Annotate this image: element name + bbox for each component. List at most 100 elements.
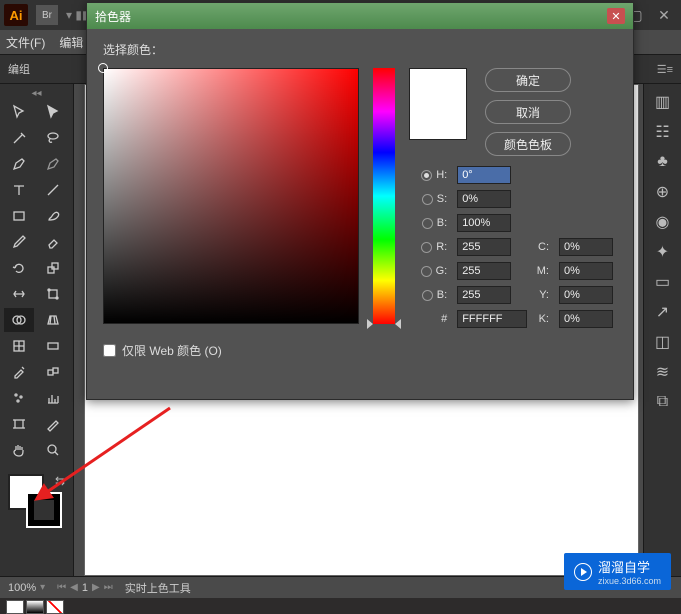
color-picker-dialog: 拾色器 ✕ 选择颜色： 确定 取消 颜色色板 (86, 2, 634, 400)
watermark-url: zixue.3d66.com (598, 576, 661, 586)
zoom-tool[interactable] (38, 438, 68, 462)
m-input[interactable] (559, 262, 613, 280)
menu-file[interactable]: 文件(F) (6, 34, 45, 51)
hue-pointer-right-icon[interactable] (395, 319, 401, 329)
panel-icon[interactable]: ◫ (653, 332, 673, 352)
first-artboard-icon[interactable]: ⏮ (57, 582, 66, 593)
gradient-mode-icon[interactable] (26, 600, 44, 614)
selection-tool[interactable] (4, 100, 34, 124)
gradient-tool[interactable] (38, 334, 68, 358)
none-mode-icon[interactable] (46, 600, 64, 614)
panel-icon[interactable]: ◉ (653, 212, 673, 232)
hand-tool[interactable] (4, 438, 34, 462)
app-logo: Ai (4, 4, 28, 26)
r-input[interactable] (457, 238, 511, 256)
prev-artboard-icon[interactable]: ◀ (70, 582, 78, 593)
blend-tool[interactable] (38, 360, 68, 384)
cancel-button[interactable]: 取消 (485, 100, 571, 124)
pen-tool[interactable] (4, 152, 34, 176)
brush-tool[interactable] (38, 204, 68, 228)
eraser-tool[interactable] (38, 230, 68, 254)
bl-label[interactable]: B: (409, 289, 447, 301)
play-icon (574, 563, 592, 581)
panel-icon[interactable]: ▥ (653, 92, 673, 112)
swap-fill-stroke-icon[interactable]: ⇆ (55, 474, 65, 488)
artboard-number[interactable]: 1 (82, 582, 88, 594)
bridge-badge[interactable]: Br (36, 5, 58, 25)
wand-tool[interactable] (4, 126, 34, 150)
shape-builder-tool[interactable] (4, 308, 34, 332)
h-input[interactable] (457, 166, 511, 184)
panel-icon[interactable]: ⧉ (653, 392, 673, 412)
c-input[interactable] (559, 238, 613, 256)
sv-selector-icon[interactable] (98, 63, 108, 73)
last-artboard-icon[interactable]: ⏭ (104, 582, 113, 593)
panel-menu-icon[interactable]: ☰≡ (657, 63, 673, 76)
color-mode-icon[interactable] (6, 600, 24, 614)
hex-input[interactable] (457, 310, 527, 328)
mesh-tool[interactable] (4, 334, 34, 358)
h-label[interactable]: H: (409, 169, 447, 181)
current-tool-label: 实时上色工具 (125, 580, 191, 596)
stroke-swatch[interactable] (26, 492, 62, 528)
panel-icon[interactable]: ↗ (653, 302, 673, 322)
zoom-level[interactable]: 100% (8, 582, 36, 594)
panel-icon[interactable]: ✦ (653, 242, 673, 262)
next-artboard-icon[interactable]: ▶ (92, 582, 100, 593)
dialog-titlebar[interactable]: 拾色器 ✕ (87, 3, 633, 29)
panel-icon[interactable]: ⊕ (653, 182, 673, 202)
artboard-tool[interactable] (4, 412, 34, 436)
rotate-tool[interactable] (4, 256, 34, 280)
m-label: M: (525, 265, 549, 277)
s-input[interactable] (457, 190, 511, 208)
r-label[interactable]: R: (409, 241, 447, 253)
zoom-dropdown-icon[interactable]: ▾ (40, 582, 45, 593)
y-input[interactable] (559, 286, 613, 304)
slice-tool[interactable] (38, 412, 68, 436)
g-input[interactable] (457, 262, 511, 280)
eyedropper-tool[interactable] (4, 360, 34, 384)
dialog-title: 拾色器 (95, 8, 131, 25)
color-preview-swatch (409, 68, 467, 140)
web-only-label: 仅限 Web 颜色 (O) (122, 342, 222, 359)
saturation-value-field[interactable] (103, 68, 359, 324)
pencil-tool[interactable] (4, 230, 34, 254)
swatches-button[interactable]: 颜色色板 (485, 132, 571, 156)
ok-button[interactable]: 确定 (485, 68, 571, 92)
b-label[interactable]: B: (409, 217, 447, 229)
line-tool[interactable] (38, 178, 68, 202)
b-input[interactable] (457, 214, 511, 232)
lasso-tool[interactable] (38, 126, 68, 150)
watermark-badge: 溜溜自学 zixue.3d66.com (564, 553, 671, 590)
symbol-tool[interactable] (4, 386, 34, 410)
fill-stroke-swatch[interactable]: ⇆ (2, 470, 71, 540)
control-group[interactable]: 编组 (8, 61, 30, 77)
panel-icon[interactable]: ☷ (653, 122, 673, 142)
rect-tool[interactable] (4, 204, 34, 228)
panel-icon[interactable]: ♣ (653, 152, 673, 172)
toolbox-handle-icon[interactable]: ◂◂ (2, 88, 71, 98)
scale-tool[interactable] (38, 256, 68, 280)
width-tool[interactable] (4, 282, 34, 306)
panel-icon[interactable]: ▭ (653, 272, 673, 292)
dialog-close-icon[interactable]: ✕ (607, 8, 625, 24)
hue-pointer-left-icon[interactable] (367, 319, 373, 329)
perspective-tool[interactable] (38, 308, 68, 332)
g-label[interactable]: G: (409, 265, 447, 277)
menu-edit[interactable]: 编辑 (59, 34, 83, 51)
close-icon[interactable]: ✕ (651, 5, 677, 25)
graph-tool[interactable] (38, 386, 68, 410)
direct-select-tool[interactable] (38, 100, 68, 124)
curvature-tool[interactable] (38, 152, 68, 176)
k-input[interactable] (559, 310, 613, 328)
choose-color-label: 选择颜色： (103, 41, 617, 58)
bl-input[interactable] (457, 286, 511, 304)
hex-label: # (409, 313, 447, 325)
type-tool[interactable] (4, 178, 34, 202)
k-label: K: (525, 313, 549, 325)
free-transform-tool[interactable] (38, 282, 68, 306)
hue-slider[interactable] (373, 68, 395, 324)
s-label[interactable]: S: (409, 193, 447, 205)
web-only-checkbox[interactable] (103, 344, 116, 357)
panel-icon[interactable]: ≋ (653, 362, 673, 382)
